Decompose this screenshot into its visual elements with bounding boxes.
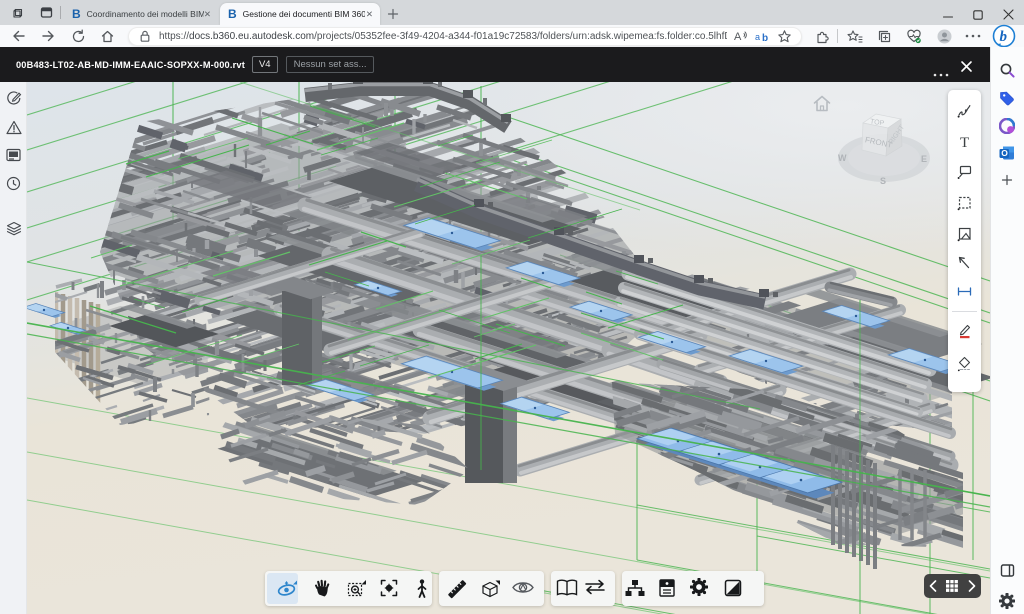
svg-text:W: W bbox=[838, 153, 847, 163]
svg-text:S: S bbox=[880, 176, 886, 186]
svg-text:b: b bbox=[762, 33, 768, 43]
svg-text:A: A bbox=[734, 31, 742, 43]
svg-text:T: T bbox=[960, 135, 969, 150]
svg-text:a: a bbox=[755, 32, 760, 42]
svg-text:O: O bbox=[1001, 148, 1008, 158]
svg-text:E: E bbox=[921, 154, 927, 164]
svg-text:b: b bbox=[1000, 29, 1008, 45]
